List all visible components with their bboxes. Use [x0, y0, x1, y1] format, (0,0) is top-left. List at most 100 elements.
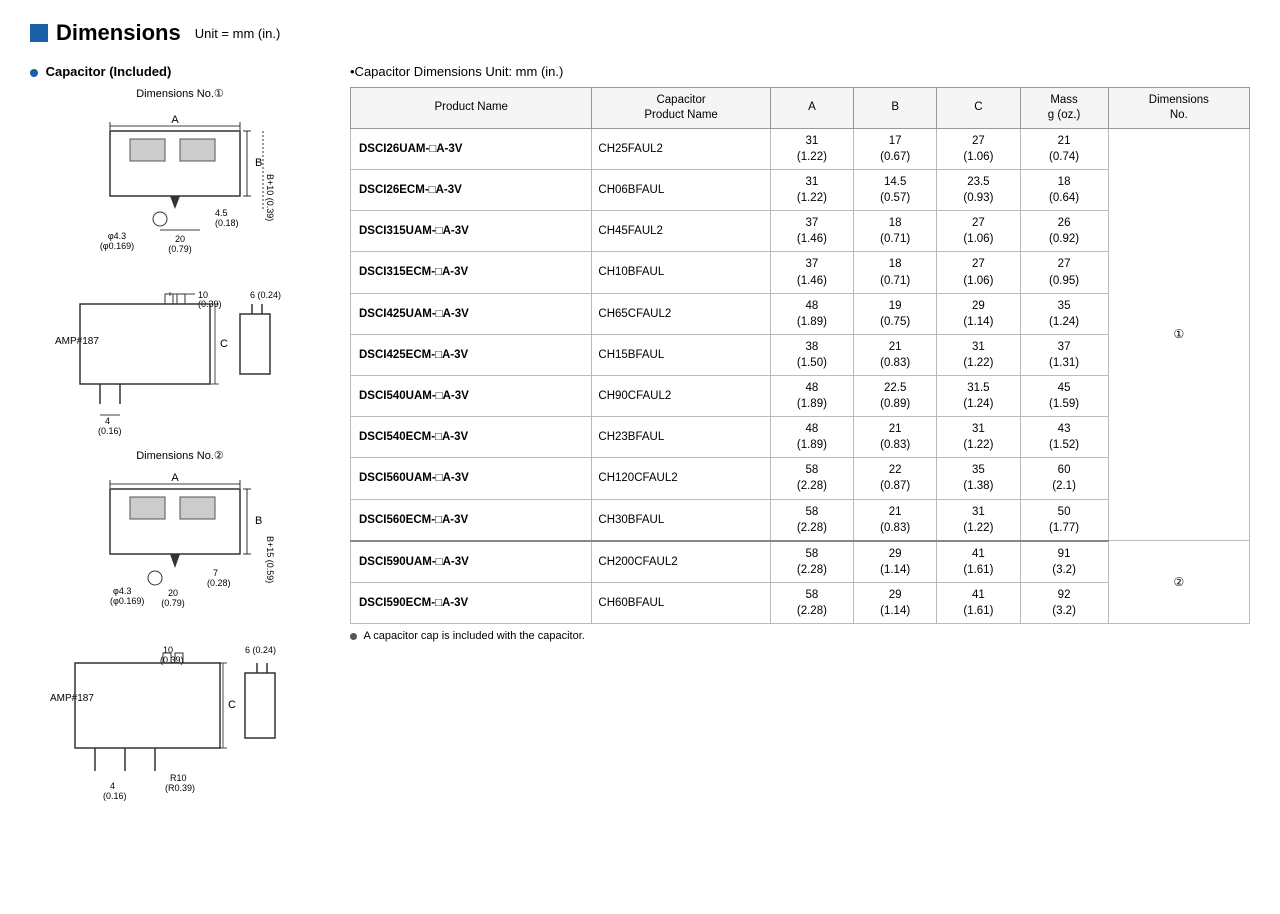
table-row: DSCI590UAM-□A-3VCH200CFAUL258(2.28)29(1.… [351, 541, 1250, 583]
svg-text:4.5: 4.5 [215, 208, 228, 218]
col-header-cap: CapacitorProduct Name [592, 88, 770, 129]
svg-text:(0.16): (0.16) [98, 426, 122, 436]
svg-text:(φ0.169): (φ0.169) [100, 241, 134, 251]
page-header: Dimensions Unit = mm (in.) [30, 20, 1250, 46]
svg-text:(0.79): (0.79) [161, 598, 185, 608]
dim1-svg: A B B+10 (0.39) φ4.3 [55, 104, 305, 274]
dim4-svg: AMP#187 10 (0.39) 6 (0.24) [45, 641, 315, 811]
svg-text:φ4.3: φ4.3 [108, 231, 126, 241]
cell-mass: 60(2.1) [1020, 458, 1108, 499]
header-title: Dimensions Unit = mm (in.) [30, 20, 280, 46]
svg-text:B+15 (0.59): B+15 (0.59) [265, 536, 275, 583]
cell-c: 35(1.38) [937, 458, 1020, 499]
cell-mass: 18(0.64) [1020, 170, 1108, 211]
cell-mass: 35(1.24) [1020, 293, 1108, 334]
cell-mass: 92(3.2) [1020, 582, 1108, 623]
diagram-3-container: Dimensions No.② A B B+15 [40, 449, 320, 641]
cell-b: 21(0.83) [854, 499, 937, 541]
cell-a: 37(1.46) [770, 211, 853, 252]
cell-mass: 37(1.31) [1020, 334, 1108, 375]
cell-cap-product: CH15BFAUL [592, 334, 770, 375]
cell-product-name: DSCI425UAM-□A-3V [351, 293, 592, 334]
col-header-product: Product Name [351, 88, 592, 129]
diagram-4-container: AMP#187 10 (0.39) 6 (0.24) [40, 641, 320, 811]
svg-text:(0.16): (0.16) [103, 791, 127, 801]
cell-mass: 21(0.74) [1020, 128, 1108, 169]
svg-text:(R0.39): (R0.39) [165, 783, 195, 793]
cell-b: 29(1.14) [854, 582, 937, 623]
cell-c: 41(1.61) [937, 541, 1020, 583]
cell-product-name: DSCI590UAM-□A-3V [351, 541, 592, 583]
cell-a: 31(1.22) [770, 170, 853, 211]
cell-a: 31(1.22) [770, 128, 853, 169]
cell-product-name: DSCI590ECM-□A-3V [351, 582, 592, 623]
cell-cap-product: CH30BFAUL [592, 499, 770, 541]
cell-cap-product: CH90CFAUL2 [592, 376, 770, 417]
diagram-1-container: Dimensions No.① A B [40, 87, 320, 274]
col-header-c: C [937, 88, 1020, 129]
cell-b: 18(0.71) [854, 211, 937, 252]
section-title: Capacitor (Included) [30, 64, 320, 79]
cell-b: 19(0.75) [854, 293, 937, 334]
svg-text:A: A [171, 472, 179, 484]
cell-a: 37(1.46) [770, 252, 853, 293]
cell-b: 22.5(0.89) [854, 376, 937, 417]
svg-text:A: A [171, 114, 179, 126]
cell-b: 29(1.14) [854, 541, 937, 583]
main-layout: Capacitor (Included) Dimensions No.① A [30, 64, 1250, 811]
cell-mass: 91(3.2) [1020, 541, 1108, 583]
col-header-a: A [770, 88, 853, 129]
cell-c: 31(1.22) [937, 417, 1020, 458]
footnote: A capacitor cap is included with the cap… [350, 630, 1250, 642]
cell-a: 58(2.28) [770, 499, 853, 541]
cell-cap-product: CH25FAUL2 [592, 128, 770, 169]
svg-text:R10: R10 [170, 773, 187, 783]
cell-c: 23.5(0.93) [937, 170, 1020, 211]
svg-text:4: 4 [105, 416, 110, 426]
svg-text:7: 7 [213, 568, 218, 578]
cell-cap-product: CH65CFAUL2 [592, 293, 770, 334]
svg-text:AMP#187: AMP#187 [50, 693, 94, 704]
page-title: Dimensions [56, 20, 181, 46]
cell-c: 41(1.61) [937, 582, 1020, 623]
cell-a: 38(1.50) [770, 334, 853, 375]
bullet-icon [30, 69, 38, 77]
table-row: DSCI26UAM-□A-3VCH25FAUL231(1.22)17(0.67)… [351, 128, 1250, 169]
cell-c: 27(1.06) [937, 128, 1020, 169]
cell-dim-no: ① [1108, 128, 1249, 540]
svg-text:AMP#187: AMP#187 [55, 336, 99, 347]
cell-b: 21(0.83) [854, 334, 937, 375]
cell-b: 22(0.87) [854, 458, 937, 499]
svg-text:(φ0.169): (φ0.169) [110, 596, 144, 606]
cell-cap-product: CH120CFAUL2 [592, 458, 770, 499]
cell-cap-product: CH06BFAUL [592, 170, 770, 211]
cell-product-name: DSCI560UAM-□A-3V [351, 458, 592, 499]
cell-cap-product: CH45FAUL2 [592, 211, 770, 252]
svg-text:6 (0.24): 6 (0.24) [250, 290, 281, 300]
table-section-title: •Capacitor Dimensions Unit: mm (in.) [350, 64, 1250, 79]
svg-text:(0.18): (0.18) [215, 218, 239, 228]
svg-text:B+10 (0.39): B+10 (0.39) [265, 174, 275, 221]
cell-a: 48(1.89) [770, 376, 853, 417]
svg-text:C: C [220, 338, 228, 350]
cell-c: 27(1.06) [937, 252, 1020, 293]
svg-text:6 (0.24): 6 (0.24) [245, 645, 276, 655]
footnote-dot [350, 633, 357, 640]
cell-b: 14.5(0.57) [854, 170, 937, 211]
dimensions-table: Product Name CapacitorProduct Name A B C… [350, 87, 1250, 624]
svg-text:4: 4 [110, 781, 115, 791]
cell-c: 31(1.22) [937, 334, 1020, 375]
diagram-2-container: AMP#187 10 (0.39) 6 (0.24) [40, 284, 320, 444]
cell-b: 18(0.71) [854, 252, 937, 293]
cell-a: 48(1.89) [770, 293, 853, 334]
cell-mass: 27(0.95) [1020, 252, 1108, 293]
svg-text:B: B [255, 515, 262, 527]
col-header-mass: Massg (oz.) [1020, 88, 1108, 129]
cell-mass: 26(0.92) [1020, 211, 1108, 252]
dim2-label: Dimensions No.② [40, 449, 320, 462]
cell-product-name: DSCI540ECM-□A-3V [351, 417, 592, 458]
cell-mass: 50(1.77) [1020, 499, 1108, 541]
cell-cap-product: CH200CFAUL2 [592, 541, 770, 583]
cell-product-name: DSCI425ECM-□A-3V [351, 334, 592, 375]
cell-mass: 43(1.52) [1020, 417, 1108, 458]
